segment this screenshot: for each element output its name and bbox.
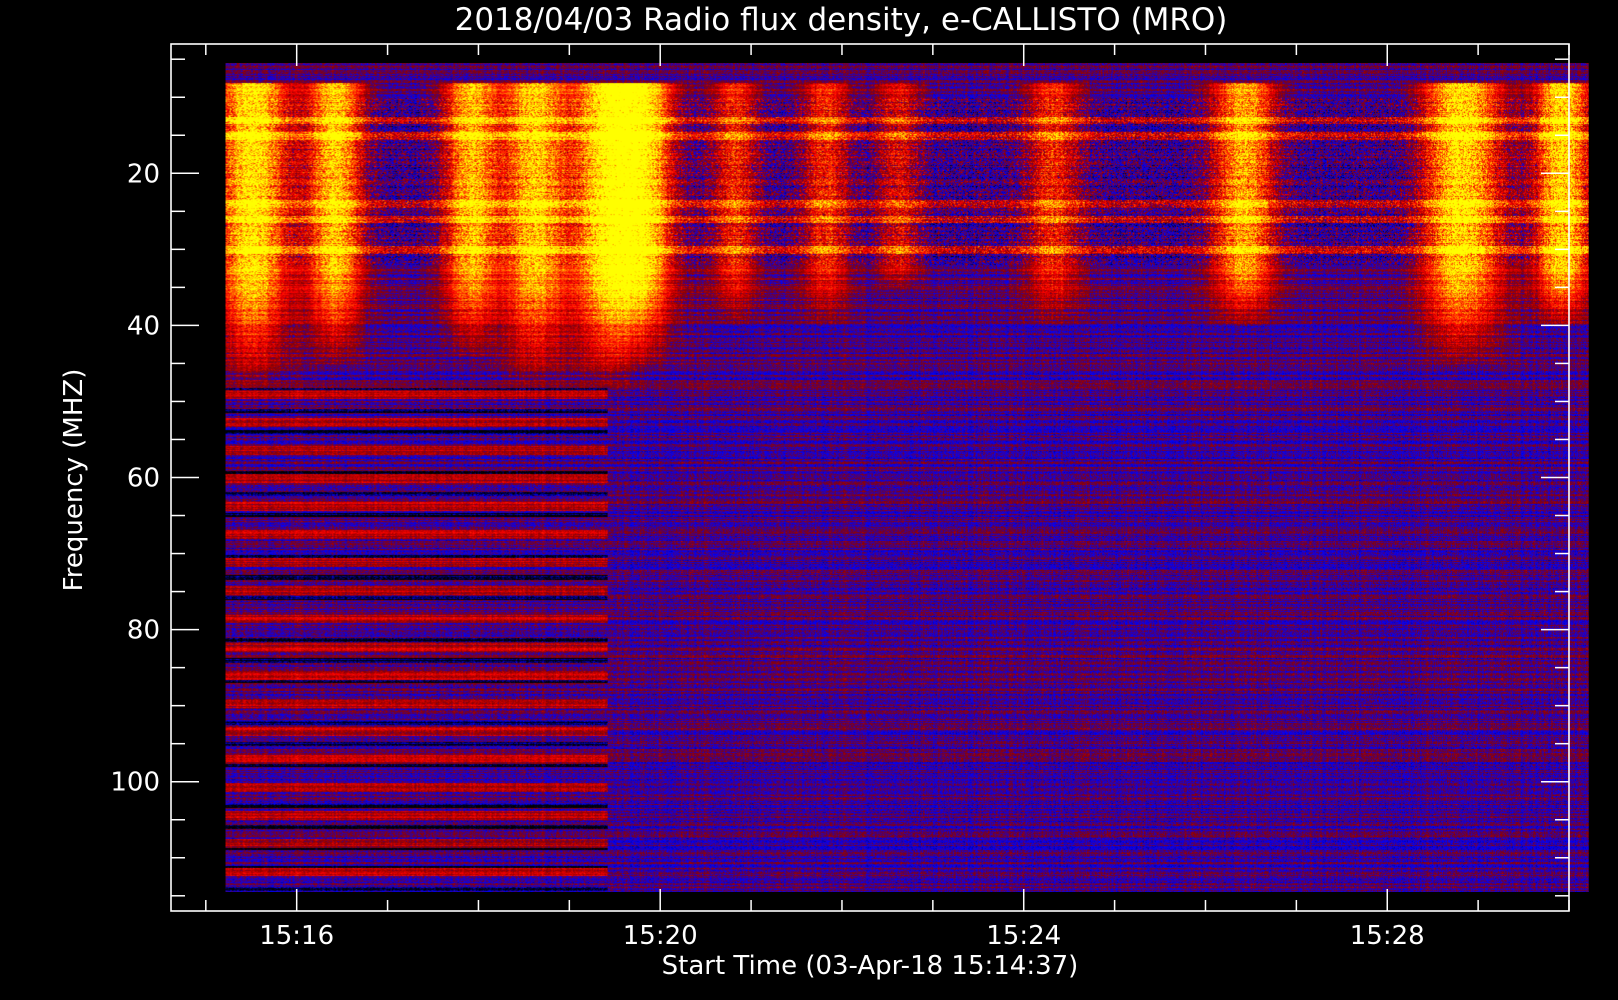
y-tick-label: 100 (110, 768, 160, 798)
chart-title: 2018/04/03 Radio flux density, e-CALLIST… (455, 2, 1228, 38)
x-tick-label: 15:24 (986, 921, 1061, 951)
spectrogram-heatmap (225, 63, 1589, 892)
spectrogram-chart: 2018/04/03 Radio flux density, e-CALLIST… (0, 0, 1618, 1000)
y-axis-label: Frequency (MHZ) (59, 369, 89, 592)
x-tick-label: 15:16 (259, 921, 334, 951)
x-tick-label: 15:20 (623, 921, 698, 951)
y-tick-label: 80 (127, 616, 160, 646)
y-tick-label: 60 (127, 464, 160, 494)
x-tick-label: 15:28 (1350, 921, 1425, 951)
spectrogram-image (225, 63, 1589, 892)
y-tick-label: 20 (127, 159, 160, 189)
y-tick-label: 40 (127, 311, 160, 341)
x-axis-label: Start Time (03-Apr-18 15:14:37) (662, 951, 1079, 981)
